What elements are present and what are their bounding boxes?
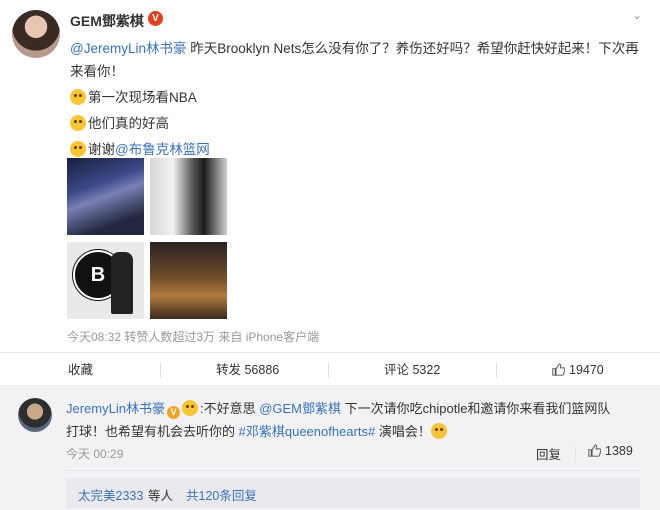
sunglasses-emoji-icon [430,423,447,439]
commenter-username[interactable]: JeremyLin林书豪 [66,401,165,416]
post-text-line-1: @JeremyLin林书豪 昨天Brooklyn Nets怎么没有你了？养伤还好… [70,41,639,56]
comment-text-line-2: 打球！也希望有机会去听你的 #邓紫棋queenofhearts# 演唱会！ [66,421,449,440]
divider [496,362,497,378]
post-text-line-5: 谢谢@布鲁克林篮网 [70,138,210,158]
comment-text-line-1: JeremyLin林书豪 V:不好意思 @GEM鄧紫棋 下一次请你吃chipotl… [66,400,611,419]
chevron-down-icon[interactable]: ⌄ [632,9,646,21]
more-replies-bar[interactable]: 太完美2333 等人 共120条回复 [66,478,640,508]
comment-like-button[interactable]: 1389 [588,444,633,458]
verified-badge-icon: V [166,406,180,419]
comment-time: 今天 00:29 [66,447,124,461]
photo-nets-logo[interactable]: B [67,242,144,319]
pleading-emoji-icon [70,141,86,157]
reply-mid-text: 等人 [148,489,174,503]
thumbs-up-icon [588,444,601,457]
collect-button[interactable]: 收藏 [68,353,93,387]
photo-hallway[interactable] [150,158,227,235]
tearful-smile-emoji-icon [70,89,86,105]
commenter-avatar[interactable] [18,398,52,432]
divider [328,362,329,378]
weibo-post: GEM鄧紫棋 V ⌄ @JeremyLin林书豪 昨天Brooklyn Nets… [0,0,660,350]
thumbs-up-icon [552,363,565,376]
post-text-line-4: 他们真的好高 [70,112,169,132]
total-replies-link[interactable]: 共120条回复 [186,485,257,504]
author-username[interactable]: GEM鄧紫棋 [70,11,144,31]
post-meta: 今天08:32 转赞人数超过3万 来自 iPhone客户端 [67,330,320,344]
like-button[interactable]: 19470 [552,353,604,387]
laughing-emoji-icon [70,115,86,131]
divider [575,446,576,462]
repost-button[interactable]: 转发 56886 [216,353,279,387]
reply-button[interactable]: 回复 [536,444,561,463]
verified-badge-icon: V [148,11,163,26]
reply-user-link[interactable]: 太完美2333 [78,485,143,504]
post-text-line-3: 第一次现场看NBA [70,86,197,106]
comment-button[interactable]: 评论 5322 [384,353,440,387]
divider [160,362,161,378]
mention-gem[interactable]: @GEM鄧紫棋 [259,401,341,416]
comment-section: JeremyLin林书豪 V:不好意思 @GEM鄧紫棋 下一次请你吃chipotl… [0,386,660,510]
author-avatar[interactable] [12,10,60,58]
divider [66,470,640,471]
topic-hashtag[interactable]: #邓紫棋queenofhearts# [239,424,376,439]
person-figure [111,252,133,314]
post-action-bar: 收藏 转发 56886 评论 5322 19470 [0,352,660,386]
photo-game-court[interactable] [150,242,227,319]
grinning-emoji-icon [181,400,198,416]
photo-arena[interactable] [67,158,144,235]
comment-like-count: 1389 [605,444,633,458]
mention-jeremylin[interactable]: @JeremyLin林书豪 [70,41,186,56]
post-text-line-2: 来看你！ [70,64,124,79]
like-count: 19470 [569,363,604,377]
mention-brooklyn-nets[interactable]: @布鲁克林篮网 [115,142,210,157]
